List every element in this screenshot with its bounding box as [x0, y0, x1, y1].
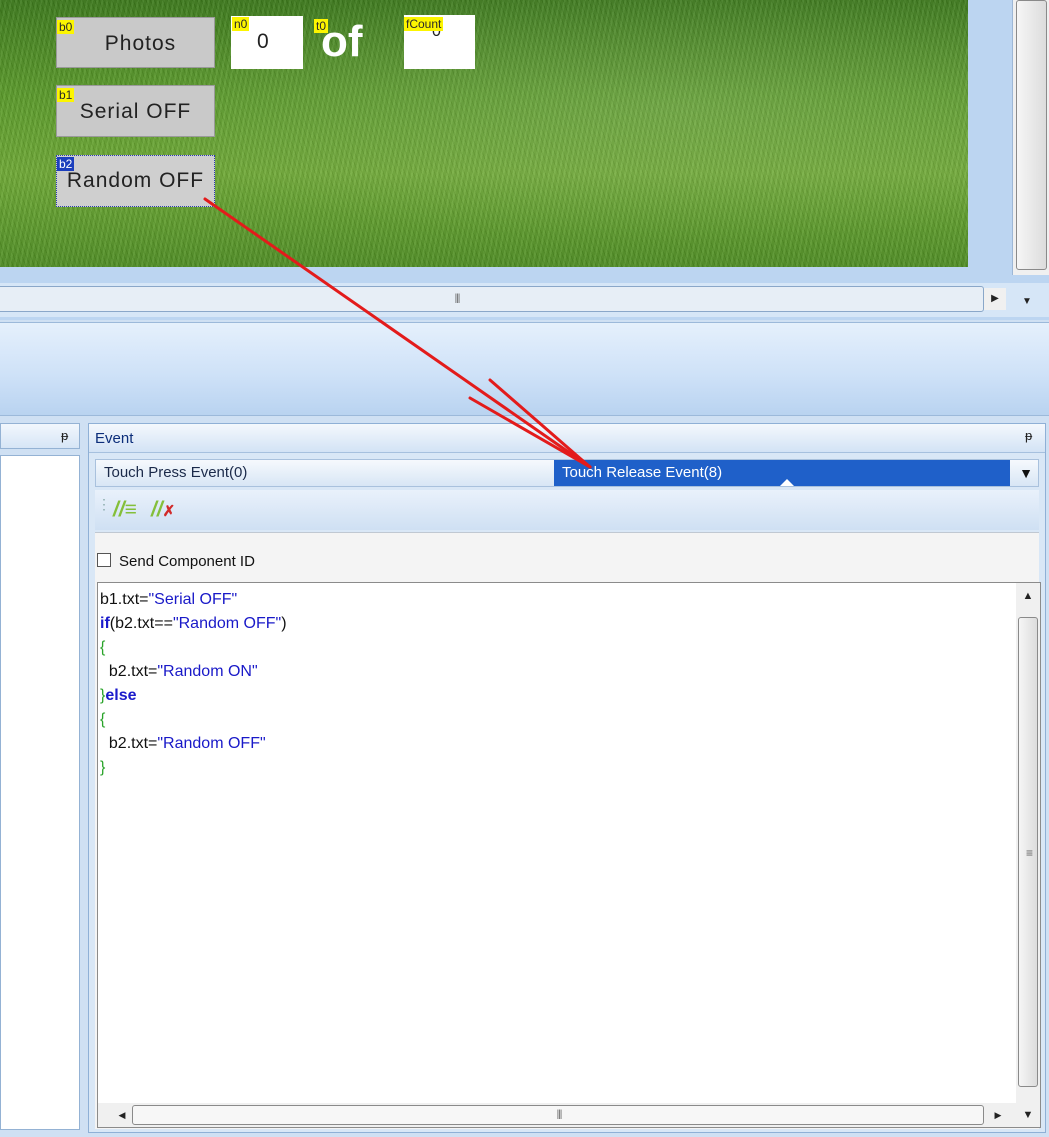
annotation-arrow — [203, 197, 592, 469]
